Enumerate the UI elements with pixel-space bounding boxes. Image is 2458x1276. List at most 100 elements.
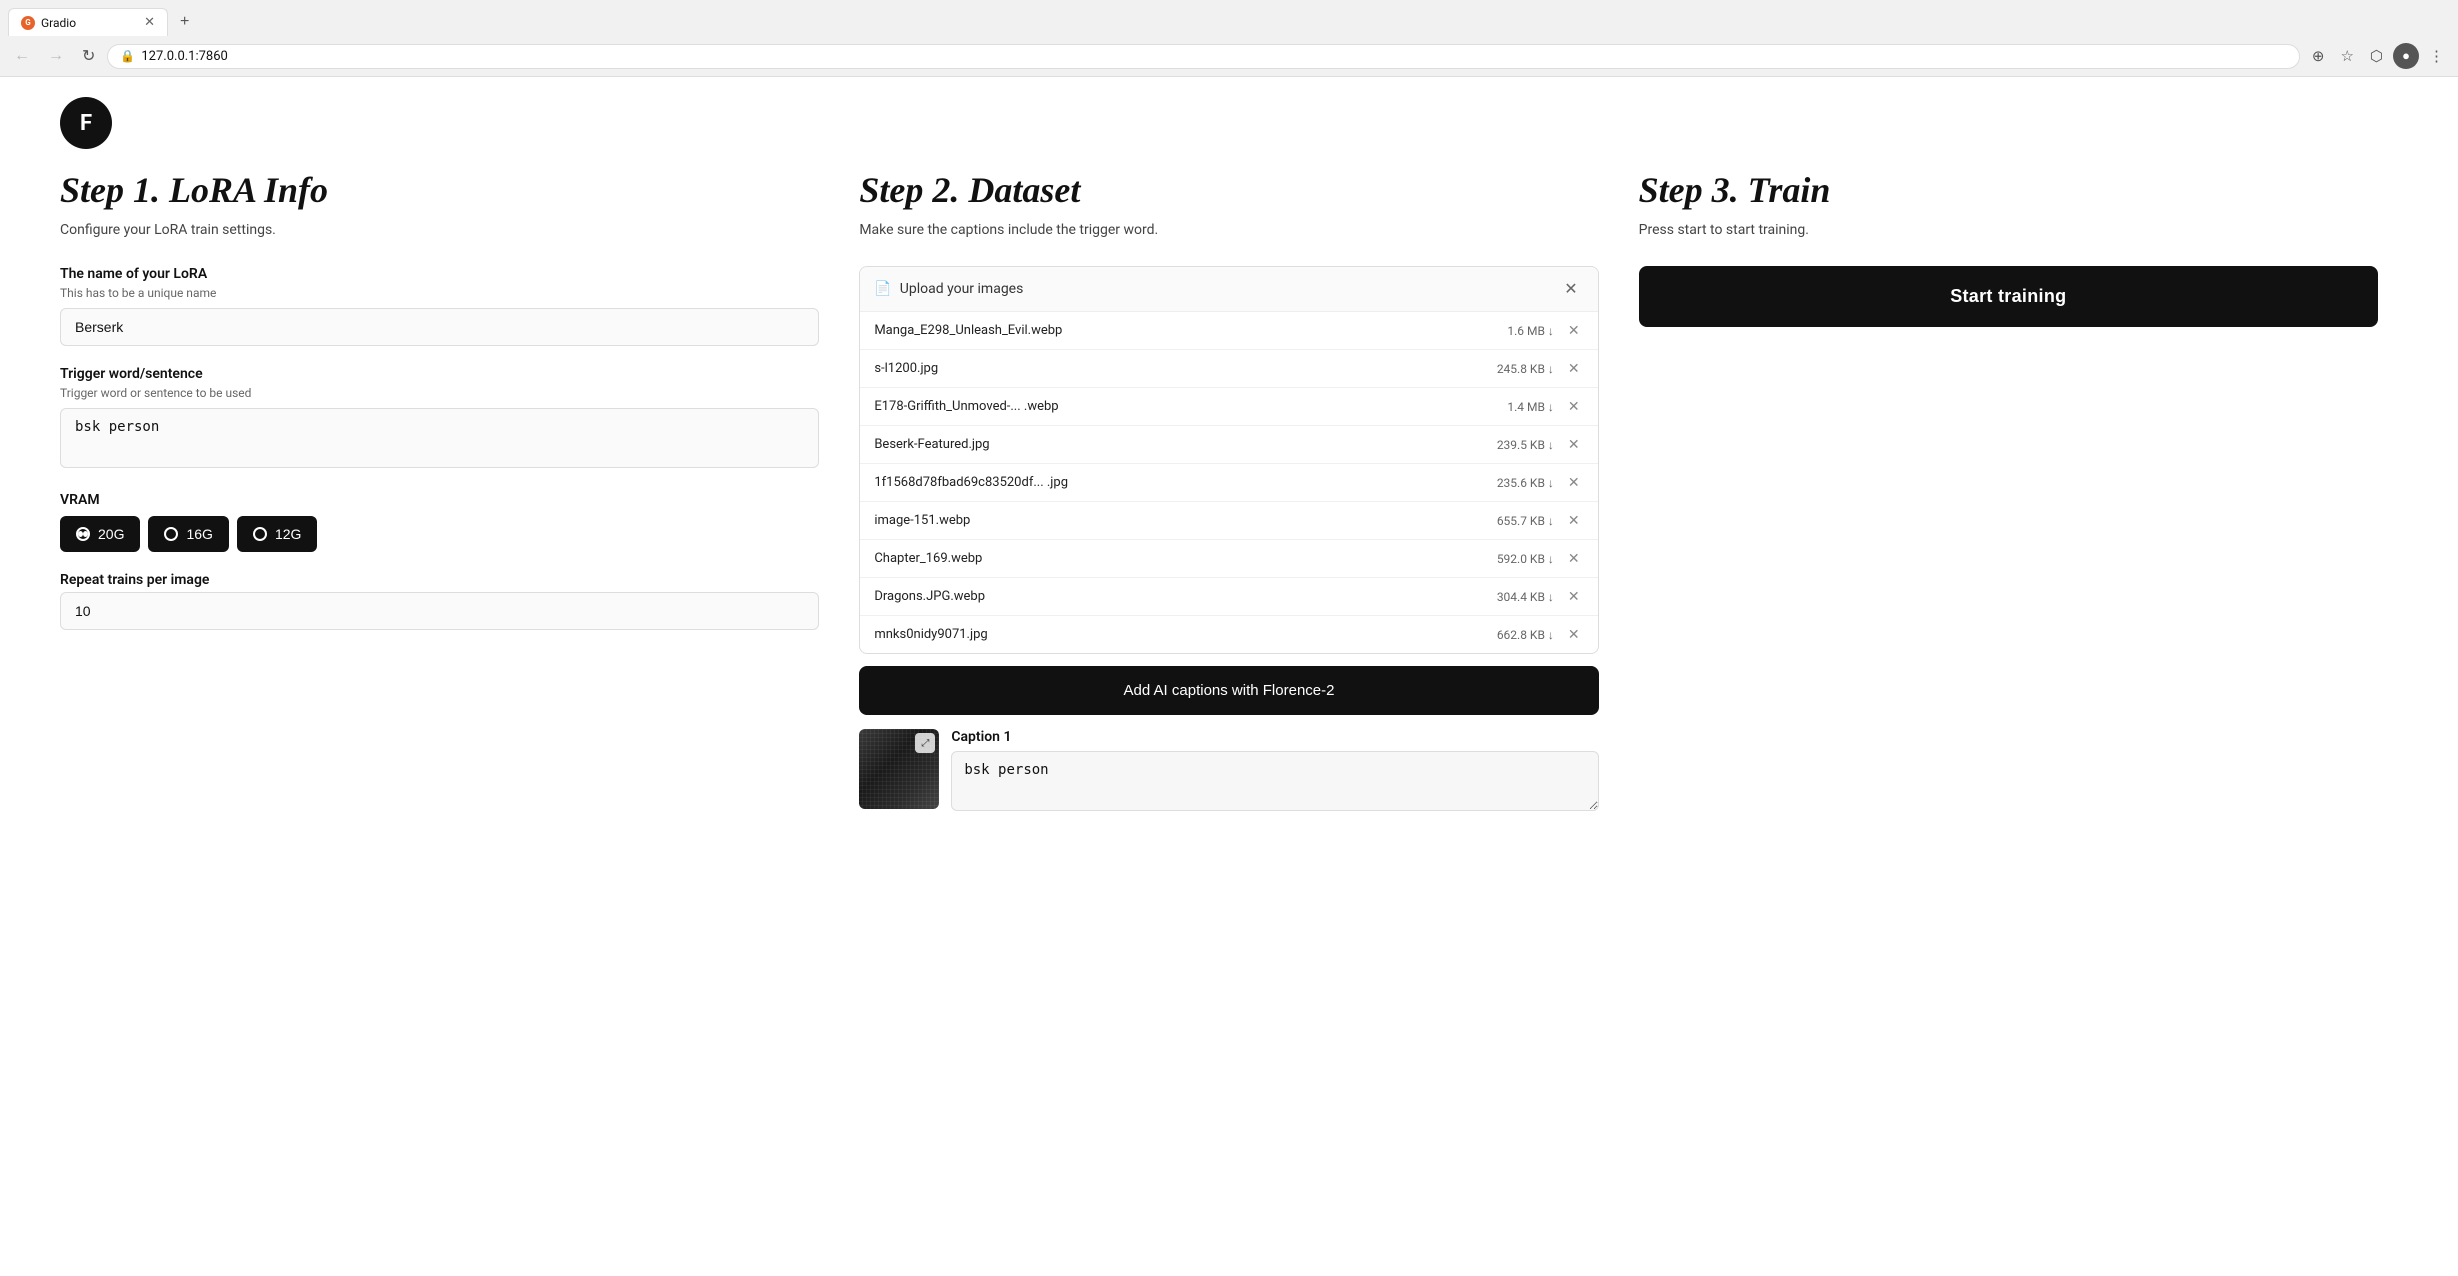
file-size: 304.4 KB ↓ — [1497, 590, 1554, 604]
upload-button[interactable]: Upload your images — [900, 281, 1024, 297]
file-remove-button[interactable]: ✕ — [1564, 586, 1584, 607]
file-name: Manga_E298_Unleash_Evil.webp — [874, 323, 1507, 338]
url-text: 127.0.0.1:7860 — [141, 49, 228, 64]
vram-section: VRAM 20G 16G 12G — [60, 492, 819, 552]
vram-12g-label: 12G — [275, 526, 301, 542]
vram-20g-label: 20G — [98, 526, 124, 542]
file-remove-button[interactable]: ✕ — [1564, 624, 1584, 645]
file-row: Dragons.JPG.webp 304.4 KB ↓ ✕ — [860, 578, 1597, 616]
repeat-input[interactable] — [60, 592, 819, 630]
file-name: image-151.webp — [874, 513, 1496, 528]
vram-16g-label: 16G — [186, 526, 212, 542]
file-row: s-l1200.jpg 245.8 KB ↓ ✕ — [860, 350, 1597, 388]
lora-name-section: The name of your LoRA This has to be a u… — [60, 266, 819, 346]
zoom-button[interactable]: ⊕ — [2306, 43, 2331, 69]
bookmark-button[interactable]: ☆ — [2334, 43, 2359, 69]
app-container: F Step 1. LoRA Info Configure your LoRA … — [0, 77, 2458, 1273]
new-tab-button[interactable]: + — [172, 9, 197, 35]
repeat-trains-section: Repeat trains per image — [60, 572, 819, 630]
lora-name-input[interactable] — [60, 308, 819, 346]
file-remove-button[interactable]: ✕ — [1564, 358, 1584, 379]
step2-description: Make sure the captions include the trigg… — [859, 222, 1598, 238]
start-training-button[interactable]: Start training — [1639, 266, 2378, 327]
file-size: 592.0 KB ↓ — [1497, 552, 1554, 566]
caption-item: ⤢ Caption 1 bsk person — [859, 729, 1598, 815]
upload-box: 📄 Upload your images ✕ Manga_E298_Unleas… — [859, 266, 1598, 654]
file-size: 1.4 MB ↓ — [1507, 400, 1554, 414]
tab-favicon: G — [21, 16, 35, 30]
back-button[interactable]: ← — [8, 43, 36, 69]
document-icon: 📄 — [874, 281, 891, 297]
caption-label: Caption 1 — [951, 729, 1598, 745]
vram-20g-button[interactable]: 20G — [60, 516, 140, 552]
lora-name-label: The name of your LoRA — [60, 266, 819, 282]
upload-close-button[interactable]: ✕ — [1558, 277, 1583, 301]
file-remove-button[interactable]: ✕ — [1564, 472, 1584, 493]
file-row: mnks0nidy9071.jpg 662.8 KB ↓ ✕ — [860, 616, 1597, 653]
file-remove-button[interactable]: ✕ — [1564, 548, 1584, 569]
tab-title: Gradio — [41, 16, 76, 30]
file-name: Chapter_169.webp — [874, 551, 1496, 566]
file-size: 1.6 MB ↓ — [1507, 324, 1554, 338]
step3-title: Step 3. Train — [1639, 169, 2378, 212]
file-row: E178-Griffith_Unmoved-... .webp 1.4 MB ↓… — [860, 388, 1597, 426]
menu-button[interactable]: ⋮ — [2423, 43, 2450, 69]
vram-12g-radio — [253, 527, 267, 541]
file-remove-button[interactable]: ✕ — [1564, 320, 1584, 341]
file-name: 1f1568d78fbad69c83520df... .jpg — [874, 475, 1496, 490]
vram-label: VRAM — [60, 492, 819, 508]
file-remove-button[interactable]: ✕ — [1564, 434, 1584, 455]
trigger-input[interactable]: bsk person — [60, 408, 819, 468]
file-name: mnks0nidy9071.jpg — [874, 627, 1496, 642]
profile-button[interactable]: ● — [2393, 43, 2419, 69]
step3-column: Step 3. Train Press start to start train… — [1619, 169, 2398, 815]
browser-chrome: G Gradio ✕ + ← → ↻ 🔒 127.0.0.1:7860 ⊕ ☆ … — [0, 0, 2458, 77]
vram-20g-radio — [76, 527, 90, 541]
file-row: image-151.webp 655.7 KB ↓ ✕ — [860, 502, 1597, 540]
tab-bar: G Gradio ✕ + — [0, 0, 2458, 36]
caption-textarea[interactable]: bsk person — [951, 751, 1598, 811]
file-name: Dragons.JPG.webp — [874, 589, 1496, 604]
add-captions-button[interactable]: Add AI captions with Florence-2 — [859, 666, 1598, 715]
vram-16g-radio — [164, 527, 178, 541]
browser-tab: G Gradio ✕ — [8, 8, 168, 36]
extensions-button[interactable]: ⬡ — [2364, 43, 2389, 69]
lora-name-sublabel: This has to be a unique name — [60, 286, 819, 300]
file-name: Beserk-Featured.jpg — [874, 437, 1496, 452]
step2-title: Step 2. Dataset — [859, 169, 1598, 212]
app-logo: F — [60, 97, 112, 149]
steps-grid: Step 1. LoRA Info Configure your LoRA tr… — [0, 169, 2458, 815]
trigger-sublabel: Trigger word or sentence to be used — [60, 386, 819, 400]
file-size: 245.8 KB ↓ — [1497, 362, 1554, 376]
reload-button[interactable]: ↻ — [76, 42, 101, 70]
address-lock-icon: 🔒 — [120, 49, 135, 63]
file-remove-button[interactable]: ✕ — [1564, 396, 1584, 417]
step3-description: Press start to start training. — [1639, 222, 2378, 238]
caption-image-expand-button[interactable]: ⤢ — [915, 733, 935, 753]
vram-16g-button[interactable]: 16G — [148, 516, 228, 552]
step1-title: Step 1. LoRA Info — [60, 169, 819, 212]
file-row: Manga_E298_Unleash_Evil.webp 1.6 MB ↓ ✕ — [860, 312, 1597, 350]
trigger-word-section: Trigger word/sentence Trigger word or se… — [60, 366, 819, 472]
file-row: 1f1568d78fbad69c83520df... .jpg 235.6 KB… — [860, 464, 1597, 502]
file-size: 662.8 KB ↓ — [1497, 628, 1554, 642]
file-remove-button[interactable]: ✕ — [1564, 510, 1584, 531]
step2-column: Step 2. Dataset Make sure the captions i… — [839, 169, 1618, 815]
nav-right: ⊕ ☆ ⬡ ● ⋮ — [2306, 43, 2450, 69]
file-row: Chapter_169.webp 592.0 KB ↓ ✕ — [860, 540, 1597, 578]
file-row: Beserk-Featured.jpg 239.5 KB ↓ ✕ — [860, 426, 1597, 464]
file-list: Manga_E298_Unleash_Evil.webp 1.6 MB ↓ ✕ … — [860, 312, 1597, 653]
tab-close-btn[interactable]: ✕ — [144, 15, 155, 30]
caption-image: ⤢ — [859, 729, 939, 809]
caption-right: Caption 1 bsk person — [951, 729, 1598, 815]
trigger-label: Trigger word/sentence — [60, 366, 819, 382]
nav-bar: ← → ↻ 🔒 127.0.0.1:7860 ⊕ ☆ ⬡ ● ⋮ — [0, 36, 2458, 76]
file-name: E178-Griffith_Unmoved-... .webp — [874, 399, 1507, 414]
upload-header-left: 📄 Upload your images — [874, 281, 1023, 297]
file-size: 235.6 KB ↓ — [1497, 476, 1554, 490]
file-size: 239.5 KB ↓ — [1497, 438, 1554, 452]
step1-column: Step 1. LoRA Info Configure your LoRA tr… — [60, 169, 839, 815]
forward-button[interactable]: → — [42, 43, 70, 69]
vram-12g-button[interactable]: 12G — [237, 516, 317, 552]
address-bar[interactable]: 🔒 127.0.0.1:7860 — [107, 44, 2299, 69]
